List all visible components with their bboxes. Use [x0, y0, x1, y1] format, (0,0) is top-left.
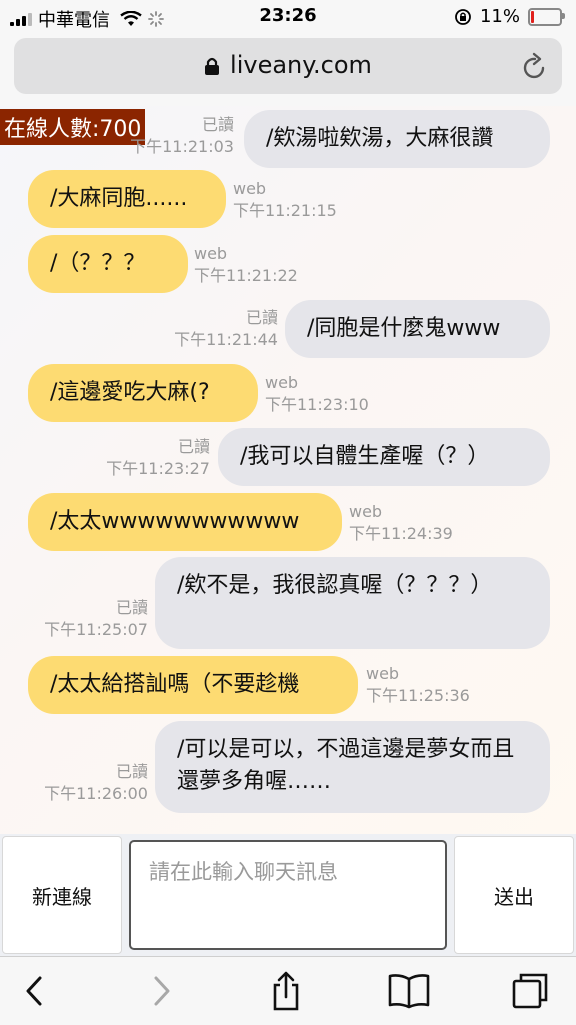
browser-header: liveany.com — [0, 34, 576, 106]
message-meta: 已讀 下午11:23:27 — [106, 436, 210, 480]
message-time: 下午11:24:39 — [349, 524, 453, 543]
message-bubble-sent: /同胞是什麼鬼www — [285, 300, 550, 358]
message-source: web — [349, 502, 383, 521]
message-meta: web 下午11:23:10 — [265, 372, 369, 416]
message-input[interactable] — [129, 840, 447, 950]
message-time: 下午11:21:15 — [233, 201, 337, 220]
message-meta: web 下午11:24:39 — [349, 501, 453, 545]
message-bubble-sent: /欸湯啦欸湯，大麻很讚 — [244, 110, 550, 168]
message-meta: web 下午11:21:15 — [233, 178, 337, 222]
back-icon — [26, 976, 42, 1006]
new-connection-button[interactable]: 新連線 — [2, 836, 122, 954]
message-meta: 已讀 下午11:21:44 — [174, 307, 278, 351]
bookmarks-icon — [388, 974, 430, 1009]
message-source: web — [366, 664, 400, 683]
message-bubble-received: /（？？？ — [28, 235, 188, 293]
read-receipt: 已讀 — [245, 308, 278, 327]
message-bubble-received: /太太給搭訕嗎（不要趁機 — [28, 656, 358, 714]
read-receipt: 已讀 — [201, 115, 234, 134]
send-button[interactable]: 送出 — [454, 836, 574, 954]
message-source: web — [265, 373, 299, 392]
forward-button[interactable] — [142, 971, 182, 1011]
message-time: 下午11:23:27 — [106, 459, 210, 478]
tabs-icon — [512, 973, 548, 1009]
online-count-badge: 在線人數:700 — [0, 109, 146, 145]
message-meta: 已讀 下午11:25:07 — [44, 597, 148, 641]
reload-icon[interactable] — [522, 52, 548, 80]
back-button[interactable] — [14, 971, 54, 1011]
address-display[interactable]: liveany.com — [14, 51, 562, 79]
read-receipt: 已讀 — [115, 762, 148, 781]
message-time: 下午11:25:36 — [366, 686, 470, 705]
read-receipt: 已讀 — [115, 598, 148, 617]
message-bubble-sent: /可以是可以，不過這邊是夢女而且還夢多角喔…… — [155, 721, 550, 813]
message-time: 下午11:26:00 — [44, 784, 148, 803]
forward-icon — [154, 976, 170, 1006]
status-bar: 中華電信 23:26 11% — [0, 0, 576, 34]
lock-icon — [205, 57, 220, 75]
message-bubble-received: /這邊愛吃大麻(? — [28, 364, 258, 422]
browser-toolbar — [0, 956, 576, 1025]
message-time: 下午11:25:07 — [44, 620, 148, 639]
message-meta: 已讀 下午11:26:00 — [44, 761, 148, 805]
message-meta: web 下午11:21:22 — [194, 243, 298, 287]
message-time: 下午11:21:44 — [174, 330, 278, 349]
battery-percent: 11% — [479, 6, 520, 27]
message-source: web — [233, 179, 267, 198]
message-bubble-received: /太太wwwwwwwwwww — [28, 493, 342, 551]
message-meta: 已讀 下午11:21:03 — [130, 114, 234, 158]
message-source: web — [194, 244, 228, 263]
chat-area[interactable]: 在線人數:700 /欸湯啦欸湯，大麻很讚 已讀 下午11:21:03 /大麻同胞… — [0, 106, 576, 834]
message-bubble-sent: /我可以自體生產喔（？） — [218, 428, 550, 486]
bookmarks-button[interactable] — [386, 971, 432, 1011]
compose-bar: 新連線 送出 — [0, 834, 576, 956]
url-text: liveany.com — [230, 51, 372, 79]
read-receipt: 已讀 — [177, 437, 210, 456]
orientation-lock-icon — [455, 8, 471, 25]
status-right-group: 11% — [454, 6, 565, 27]
address-bar[interactable]: liveany.com — [14, 38, 562, 94]
share-icon — [273, 971, 299, 1011]
share-button[interactable] — [266, 971, 306, 1011]
tabs-button[interactable] — [510, 971, 550, 1011]
battery-icon — [528, 7, 565, 26]
message-bubble-sent: /欸不是，我很認真喔（？？？） — [155, 557, 550, 649]
message-meta: web 下午11:25:36 — [366, 663, 470, 707]
message-time: 下午11:21:03 — [130, 137, 234, 156]
message-time: 下午11:23:10 — [265, 395, 369, 414]
message-time: 下午11:21:22 — [194, 266, 298, 285]
message-bubble-received: /大麻同胞...... — [28, 170, 226, 228]
